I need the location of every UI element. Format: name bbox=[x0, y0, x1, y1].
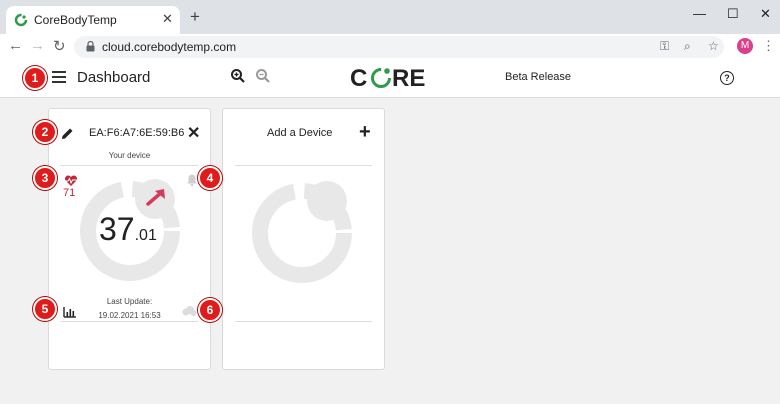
logo-letters-re: RE bbox=[392, 65, 425, 91]
lock-icon bbox=[86, 41, 95, 52]
logo-letter-c: C bbox=[350, 65, 367, 91]
address-bar[interactable]: cloud.corebodytemp.com ⚿ ⌕ ☆ bbox=[74, 36, 724, 58]
add-device-plus-icon[interactable]: + bbox=[359, 121, 371, 144]
page-title: Dashboard bbox=[77, 69, 151, 86]
callout-badge-2: 2 bbox=[33, 120, 57, 144]
callout-badge-1: 1 bbox=[23, 66, 47, 90]
temperature-decimal: .01 bbox=[134, 227, 157, 244]
back-icon[interactable]: ← bbox=[8, 37, 23, 54]
zoom-in-icon[interactable] bbox=[230, 68, 246, 84]
maximize-icon[interactable]: ☐ bbox=[727, 6, 739, 22]
callout-badge-6: 6 bbox=[198, 298, 222, 322]
browser-menu-icon[interactable]: ⋮ bbox=[762, 38, 775, 54]
tab-title: CoreBodyTemp bbox=[34, 13, 117, 27]
key-icon[interactable]: ⚿ bbox=[660, 39, 669, 54]
alert-bell-icon[interactable] bbox=[185, 173, 199, 187]
device-id: EA:F6:A7:6E:59:B6 bbox=[89, 127, 185, 139]
new-tab-icon[interactable]: + bbox=[190, 8, 200, 25]
edit-pencil-icon[interactable] bbox=[60, 127, 74, 141]
trend-up-arrow-icon bbox=[146, 189, 165, 206]
heart-rate-value: 71 bbox=[63, 187, 76, 199]
help-icon[interactable]: ? bbox=[720, 71, 734, 85]
menu-icon[interactable] bbox=[52, 71, 66, 83]
divider bbox=[61, 321, 198, 322]
profile-avatar[interactable]: M bbox=[737, 38, 753, 54]
minimize-icon[interactable]: — bbox=[693, 6, 706, 21]
divider bbox=[61, 165, 198, 166]
zoom-out-icon[interactable] bbox=[255, 68, 271, 84]
tab-close-icon[interactable]: ✕ bbox=[162, 11, 173, 27]
temperature-integer: 37 bbox=[99, 211, 135, 247]
star-icon[interactable]: ☆ bbox=[708, 39, 719, 53]
browser-tab[interactable]: CoreBodyTemp ✕ bbox=[6, 6, 180, 34]
app-header: Dashboard C RE Beta Release ? bbox=[0, 60, 780, 98]
callout-badge-3: 3 bbox=[33, 166, 57, 190]
callout-badge-4: 4 bbox=[198, 166, 222, 190]
browser-titlebar: CoreBodyTemp ✕ + — ☐ ✕ bbox=[0, 0, 780, 34]
zoom-icon[interactable]: ⌕ bbox=[684, 39, 691, 54]
add-device-card: Add a Device + bbox=[222, 108, 385, 370]
beta-release-label: Beta Release bbox=[505, 71, 572, 83]
browser-toolbar: ← → ↻ cloud.corebodytemp.com ⚿ ⌕ ☆ M ⋮ bbox=[0, 34, 780, 61]
remove-device-icon[interactable]: ✕ bbox=[187, 123, 200, 143]
reload-icon[interactable]: ↻ bbox=[53, 37, 66, 55]
forward-icon[interactable]: → bbox=[30, 37, 45, 54]
window-close-icon[interactable]: ✕ bbox=[760, 6, 771, 22]
divider bbox=[235, 165, 372, 166]
add-device-label: Add a Device bbox=[267, 127, 333, 139]
temperature-reading: 37.01 bbox=[99, 211, 157, 248]
device-subtitle: Your device bbox=[108, 151, 151, 160]
core-logo: C RE bbox=[350, 65, 425, 91]
core-favicon-icon bbox=[14, 13, 28, 27]
cloud-sync-icon[interactable] bbox=[181, 305, 197, 317]
device-card: EA:F6:A7:6E:59:B6 ✕ Your device 71 37.01… bbox=[48, 108, 211, 370]
placeholder-ring bbox=[252, 181, 352, 283]
url-text: cloud.corebodytemp.com bbox=[102, 40, 237, 54]
callout-badge-5: 5 bbox=[33, 297, 57, 321]
divider bbox=[235, 321, 372, 322]
